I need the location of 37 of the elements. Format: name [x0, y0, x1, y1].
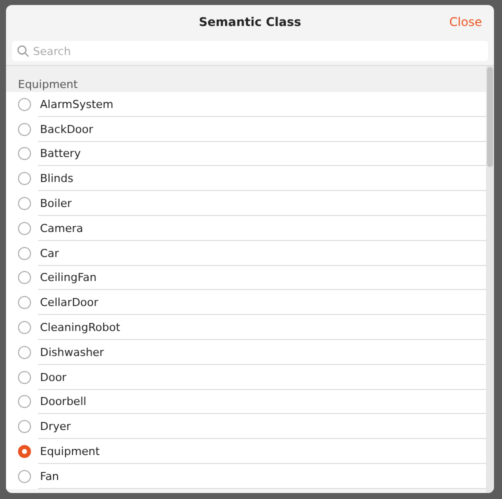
list-item[interactable]: CleaningRobot — [6, 315, 486, 340]
radio-button[interactable] — [18, 445, 31, 458]
list-item[interactable]: CeilingFan — [6, 266, 486, 290]
radio-button[interactable] — [18, 321, 31, 334]
list-item[interactable]: Door — [6, 364, 486, 390]
list-item[interactable]: Battery — [6, 142, 486, 166]
list-item[interactable]: Blinds — [6, 166, 486, 192]
list-item[interactable]: BackDoor — [6, 116, 486, 142]
dialog-title: Semantic Class — [198, 15, 302, 29]
scrollbar-thumb[interactable] — [487, 67, 493, 167]
list-item[interactable]: Dryer — [6, 414, 486, 440]
list-item[interactable]: AlarmSystem — [6, 92, 486, 117]
radio-button[interactable] — [18, 296, 31, 310]
radio-button[interactable] — [18, 470, 31, 483]
radio-button[interactable] — [18, 346, 31, 359]
section-title: Equipment — [18, 78, 78, 91]
list-item[interactable]: Dishwasher — [6, 340, 486, 365]
radio-button[interactable] — [18, 222, 31, 235]
radio-button[interactable] — [18, 271, 31, 284]
radio-button[interactable] — [18, 395, 31, 408]
radio-button[interactable] — [18, 370, 31, 384]
radio-button[interactable] — [18, 98, 31, 111]
radio-button[interactable] — [18, 147, 31, 160]
radio-button[interactable] — [18, 172, 31, 186]
radio-button[interactable] — [18, 197, 31, 210]
list-item[interactable]: Fan — [6, 464, 486, 489]
list-item[interactable]: CellarDoor — [6, 290, 486, 316]
list-item[interactable]: Doorbell — [6, 390, 486, 414]
list-item[interactable]: Equipment — [6, 439, 486, 464]
radio-button[interactable] — [18, 122, 31, 136]
list-item[interactable]: Car — [6, 240, 486, 266]
list-item[interactable]: Boiler — [6, 191, 486, 216]
scrollbar[interactable] — [486, 66, 494, 493]
list-item[interactable]: Camera — [6, 216, 486, 241]
radio-button[interactable] — [18, 246, 31, 260]
search-field[interactable]: Search — [12, 41, 488, 61]
radio-button[interactable] — [18, 420, 31, 434]
